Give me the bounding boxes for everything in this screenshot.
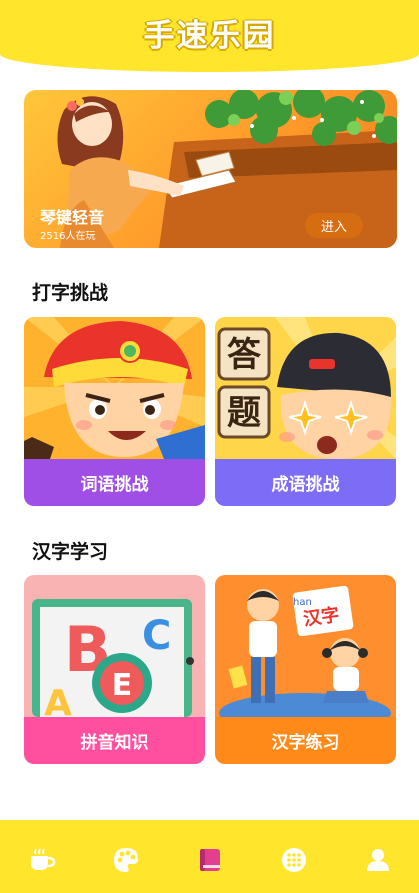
quiz-boy-illustration: 答 题 xyxy=(215,317,396,459)
letters-illustration: B C E A xyxy=(24,575,205,717)
banner-player-count: 2516人在玩 xyxy=(40,231,96,242)
answer-char-bottom: 题 xyxy=(227,393,261,433)
tab-grid[interactable] xyxy=(274,840,314,880)
card-idiom-challenge[interactable]: 答 题 成语挑战 xyxy=(215,317,396,506)
tab-palette[interactable] xyxy=(106,840,146,880)
children-illustration: 汉字 han xyxy=(215,575,396,717)
card-pinyin-knowledge[interactable]: B C E A 拼音知识 xyxy=(24,575,205,764)
app-title: 手速乐园 xyxy=(143,18,276,54)
card-word-challenge-label: 词语挑战 xyxy=(24,459,205,506)
answer-char-top: 答 xyxy=(227,335,262,375)
hanzi-pinyin-text: han xyxy=(293,597,312,608)
banner-title: 琴键轻音 xyxy=(40,208,105,227)
featured-banner[interactable]: 琴键轻音 2516人在玩 进入 xyxy=(24,90,397,248)
card-hanzi-practice-label: 汉字练习 xyxy=(215,717,396,764)
letter-a: A xyxy=(44,683,72,717)
section-title-typing: 打字挑战 xyxy=(32,282,109,304)
card-pinyin-knowledge-label: 拼音知识 xyxy=(24,717,205,764)
tab-coffee[interactable] xyxy=(22,840,62,880)
user-icon xyxy=(367,849,389,871)
tab-book[interactable] xyxy=(190,840,230,880)
coffee-icon xyxy=(31,848,56,870)
bottom-tab-bar xyxy=(0,820,419,893)
tab-profile[interactable] xyxy=(358,840,398,880)
palette-icon xyxy=(114,848,138,872)
card-idiom-challenge-label: 成语挑战 xyxy=(215,459,396,506)
card-hanzi-practice[interactable]: 汉字 han 汉字练习 xyxy=(215,575,396,764)
app-header: 手速乐园 xyxy=(0,0,419,72)
letter-c: C xyxy=(142,613,171,659)
letter-e: E xyxy=(112,668,133,703)
book-icon xyxy=(200,849,220,871)
grid-dots-icon xyxy=(282,848,306,872)
section-title-hanzi: 汉字学习 xyxy=(32,541,109,563)
card-word-challenge[interactable]: 词语挑战 xyxy=(24,317,205,506)
enter-button[interactable]: 进入 xyxy=(305,213,363,238)
boy-illustration xyxy=(24,317,205,459)
